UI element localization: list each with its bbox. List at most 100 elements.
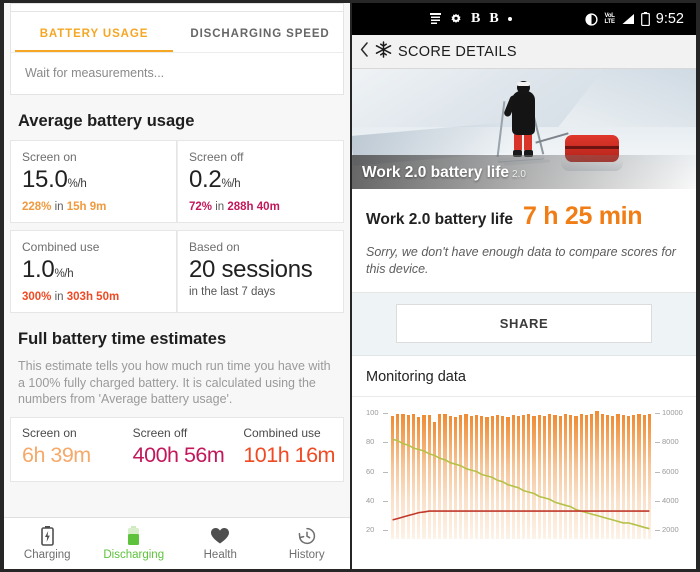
chart-lines: [392, 438, 650, 530]
status-bar-clock: 9:52: [655, 11, 684, 27]
hero-image: Work 2.0 battery life 2.0: [352, 69, 696, 189]
signal-icon: [621, 13, 635, 25]
tab-discharging-speed[interactable]: DISCHARGING SPEED: [177, 12, 343, 52]
chart-y-tick-mark: [383, 471, 388, 473]
tabs-card: BATTERY USAGE DISCHARGING SPEED Wait for…: [10, 11, 344, 95]
chart-y2-tick-mark: [655, 530, 660, 532]
stat-screen-off-value: 0.2%/h: [189, 165, 332, 199]
chart-y-tick-label: 80: [366, 437, 375, 447]
b-app-icon-2: B: [489, 11, 499, 26]
tab-bar: BATTERY USAGE DISCHARGING SPEED: [11, 12, 343, 52]
chart-plot-area: [390, 407, 652, 539]
back-chevron-icon[interactable]: [360, 41, 369, 62]
estimate-screen-off-value: 400h 56m: [132, 442, 225, 467]
nav-item-charging[interactable]: Charging: [4, 526, 91, 561]
estimate-combined-use: Combined use 101h 16m: [232, 426, 343, 468]
chart-y2-tick-mark: [655, 471, 660, 473]
top-card-stub: [10, 3, 344, 11]
chart-y-tick-label: 40: [366, 495, 375, 505]
battery-app-panel: BATTERY USAGE DISCHARGING SPEED Wait for…: [0, 0, 350, 572]
tab-battery-usage-label: BATTERY USAGE: [39, 28, 149, 40]
stat-based-on-value: 20 sessions: [189, 256, 313, 283]
estimates-row: Screen on 6h 39m Screen off 400h 56m Com…: [10, 416, 344, 482]
app-screenshot: BATTERY USAGE DISCHARGING SPEED Wait for…: [0, 0, 700, 572]
stat-combined-use-value: 1.0%/h: [22, 255, 165, 289]
list-icon: [430, 13, 441, 25]
nav-item-health-label: Health: [203, 549, 237, 561]
pcmark-score-panel: B B VoL LTE 9:52 SCORE DETAILS Work 2.0 …: [350, 0, 700, 572]
monitoring-data-title: Monitoring data: [352, 356, 696, 397]
nav-item-history[interactable]: History: [264, 526, 351, 561]
chart-y-tick-mark: [383, 530, 388, 532]
chart-y2-tick-mark: [655, 442, 660, 444]
estimate-combined-use-label: Combined use: [243, 425, 321, 440]
estimates-description: This estimate tells you how much run tim…: [18, 359, 331, 406]
stat-based-on[interactable]: Based on 20 sessions in the last 7 days: [177, 230, 344, 313]
hero-caption: Work 2.0 battery life 2.0: [362, 164, 526, 182]
stat-screen-on[interactable]: Screen on 15.0%/h 228% in 15h 9m: [10, 140, 177, 223]
score-name: Work 2.0 battery life: [366, 211, 514, 228]
chart-y-tick-label: 60: [366, 466, 375, 476]
nav-item-discharging[interactable]: Discharging: [91, 526, 178, 561]
stat-combined-use-label: Combined use: [22, 240, 100, 254]
android-status-bar: B B VoL LTE 9:52: [352, 3, 696, 35]
tab-battery-usage[interactable]: BATTERY USAGE: [11, 12, 177, 52]
b-app-icon: B: [471, 11, 481, 26]
tab-content-message: Wait for measurements...: [11, 52, 343, 94]
stat-screen-on-pct: 228%: [22, 201, 52, 213]
stat-screen-on-label: Screen on: [22, 150, 77, 164]
estimate-combined-use-value: 101h 16m: [243, 442, 335, 467]
chart-line-battery-temperature-c-: [392, 510, 650, 521]
chart-y-tick-label: 100: [366, 407, 379, 417]
nav-item-discharging-label: Discharging: [103, 549, 165, 561]
chart-y2-tick-label: 10000: [662, 407, 683, 417]
status-bar-notification-icons: B B: [352, 11, 585, 27]
chart-y2-tick-label: 2000: [662, 525, 679, 535]
heart-icon: [177, 526, 264, 546]
share-section: SHARE: [352, 293, 696, 356]
average-usage-title: Average battery usage: [18, 112, 195, 130]
stat-combined-use[interactable]: Combined use 1.0%/h 300% in 303h 50m: [10, 230, 177, 313]
stat-screen-on-unit: %/h: [67, 178, 87, 190]
stat-screen-on-mid: in: [51, 201, 67, 213]
nav-item-health[interactable]: Health: [177, 526, 264, 561]
stat-screen-off-unit: %/h: [221, 178, 241, 190]
nav-item-history-label: History: [288, 549, 325, 561]
battery-charging-icon: [4, 526, 91, 546]
chart-y2-tick-label: 6000: [662, 466, 679, 476]
contrast-icon: [585, 12, 599, 26]
chart-y2-tick-label: 8000: [662, 437, 679, 447]
stat-based-on-sub: in the last 7 days: [189, 286, 276, 298]
gear-icon: [450, 13, 462, 25]
chart-y-tick-mark: [383, 500, 388, 502]
share-button[interactable]: SHARE: [396, 304, 652, 343]
dot-icon: [507, 17, 512, 21]
hero-caption-text: Work 2.0 battery life: [362, 164, 510, 181]
chart-y-tick-mark: [383, 442, 388, 444]
stat-screen-off-sub: 72% in 288h 40m: [189, 201, 332, 213]
estimate-screen-on: Screen on 6h 39m: [11, 426, 122, 468]
stat-screen-off-label: Screen off: [189, 150, 244, 164]
stat-combined-use-number: 1.0: [22, 256, 55, 283]
comparison-unavailable-note: Sorry, we don't have enough data to comp…: [352, 244, 696, 293]
chart-y2-tick-label: 4000: [662, 495, 679, 505]
bottom-navigation: Charging Discharging Health History: [4, 517, 350, 569]
stat-based-on-label: Based on: [189, 240, 240, 254]
volte-icon: VoL LTE: [604, 13, 615, 25]
snowflake-icon: [375, 40, 392, 63]
estimate-screen-on-label: Screen on: [22, 425, 77, 440]
stat-combined-use-time: 303h 50m: [66, 291, 120, 303]
chart-line-battery-level-: [392, 438, 650, 530]
stat-screen-off[interactable]: Screen off 0.2%/h 72% in 288h 40m: [177, 140, 344, 223]
app-bar-title: SCORE DETAILS: [398, 43, 517, 60]
average-usage-row-1: Screen on 15.0%/h 228% in 15h 9m Screen …: [10, 140, 344, 223]
tab-discharging-speed-label: DISCHARGING SPEED: [190, 28, 330, 40]
estimate-screen-on-value: 6h 39m: [22, 442, 91, 467]
chart-y-tick-label: 20: [366, 525, 375, 535]
stat-combined-use-unit: %/h: [54, 268, 74, 280]
estimate-screen-off: Screen off 400h 56m: [122, 426, 233, 468]
stat-screen-off-mid: in: [212, 201, 228, 213]
stat-screen-off-time: 288h 40m: [227, 201, 280, 213]
battery-discharging-icon: [91, 526, 178, 546]
stat-screen-on-sub: 228% in 15h 9m: [22, 201, 165, 213]
